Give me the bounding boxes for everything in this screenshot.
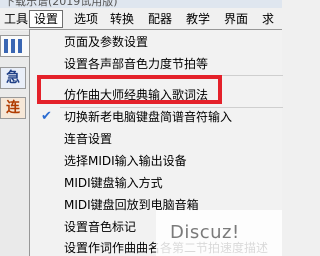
menu-item-toggle-note-input[interactable]: ✔ 切换新老电脑键盘简谱音符输入 xyxy=(30,107,283,127)
menubar: 工具 设置 选项 转换 配器 教学 界面 求 xyxy=(0,8,282,30)
menu-item-tie-settings[interactable]: 连音设置 xyxy=(30,129,283,149)
menu-orchestration[interactable]: 配器 xyxy=(144,10,176,28)
menu-item-page-params[interactable]: 页面及参数设置 xyxy=(30,32,283,52)
menu-tools[interactable]: 工具 xyxy=(0,10,32,28)
menu-item-label: 选择MIDI输入输出设备 xyxy=(64,154,187,168)
menu-item-label: 切换新老电脑键盘简谱音符输入 xyxy=(64,110,233,124)
menu-teaching[interactable]: 教学 xyxy=(182,10,214,28)
menu-options[interactable]: 选项 xyxy=(70,10,102,28)
title-bar: 下载乐谱(2019试用版) xyxy=(0,0,282,8)
menu-item-label: 设置各声部音色力度节拍等 xyxy=(64,57,209,71)
menu-item-label: MIDI键盘输入方式 xyxy=(64,176,163,190)
menu-convert[interactable]: 转换 xyxy=(106,10,138,28)
left-toolbar: 急 连 xyxy=(0,31,30,256)
watermark-text: Discuz! xyxy=(170,222,240,243)
menu-item-midi-input-mode[interactable]: MIDI键盘输入方式 xyxy=(30,173,283,193)
menu-settings[interactable]: 设置 xyxy=(29,10,64,28)
toolbar-button-a[interactable]: 急 xyxy=(0,67,26,89)
toolbar-button-b[interactable]: 连 xyxy=(0,97,26,119)
key-icon xyxy=(11,39,15,53)
menu-item-label: 连音设置 xyxy=(64,132,113,146)
key-icon xyxy=(18,39,22,53)
key-icon xyxy=(4,39,8,53)
menu-interface[interactable]: 界面 xyxy=(220,10,252,28)
window-title: 下载乐谱(2019试用版) xyxy=(4,0,118,8)
menu-item-label: 页面及参数设置 xyxy=(64,35,149,49)
keyboard-toolbar-button[interactable] xyxy=(0,35,30,57)
menu-more[interactable]: 求 xyxy=(258,10,278,28)
menu-item-label: 设置音色标记 xyxy=(64,220,137,234)
menu-item-midi-device[interactable]: 选择MIDI输入输出设备 xyxy=(30,151,283,171)
check-icon: ✔ xyxy=(41,109,52,124)
highlight-annotation-box xyxy=(37,75,222,104)
menu-item-voice-settings[interactable]: 设置各声部音色力度节拍等 xyxy=(30,54,283,74)
